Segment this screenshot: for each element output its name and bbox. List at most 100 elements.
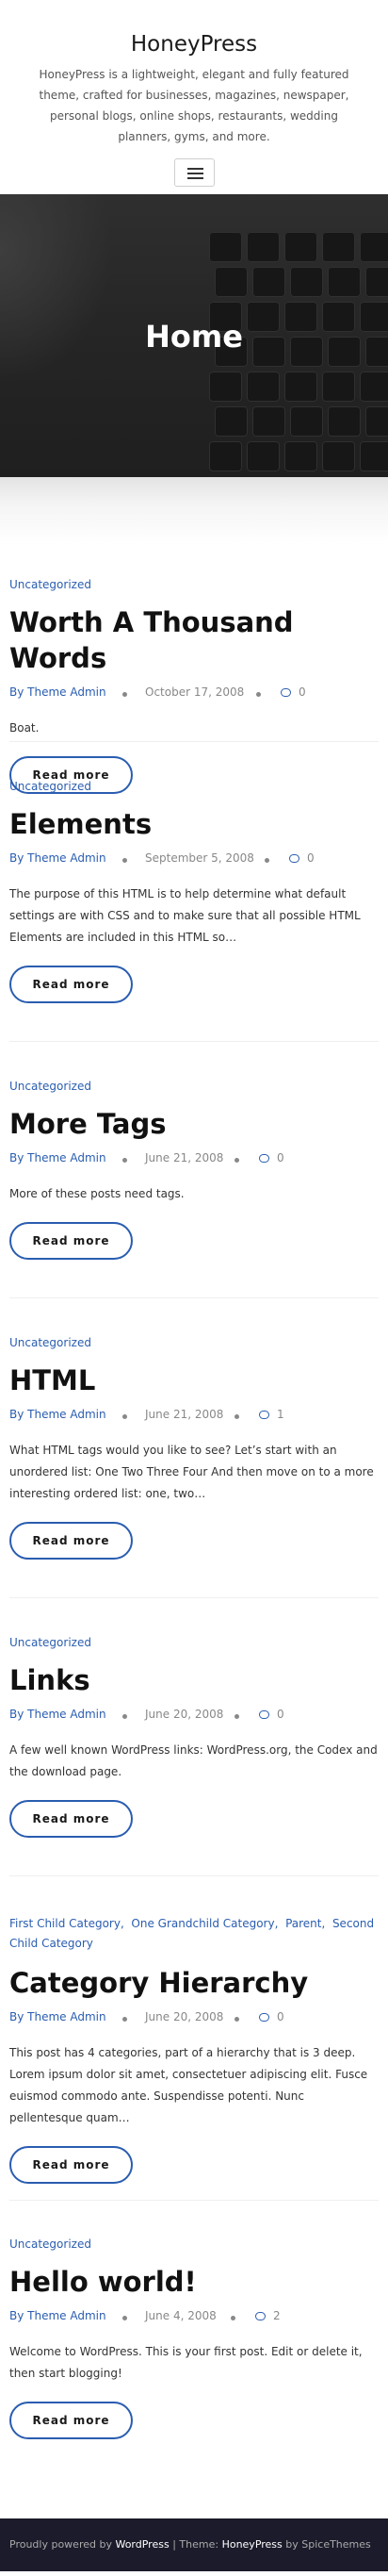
post-title[interactable]: Hello world!	[9, 2264, 379, 2300]
category-link[interactable]: Parent	[285, 1917, 321, 1930]
post-comments[interactable]: 2	[255, 2309, 281, 2322]
category-link[interactable]: Uncategorized	[9, 780, 91, 793]
comment-count: 2	[273, 2309, 281, 2322]
post-excerpt: A few well known WordPress links: WordPr…	[9, 1743, 378, 1778]
menu-toggle-button[interactable]	[173, 158, 215, 187]
post-categories: Uncategorized	[9, 575, 379, 595]
post-date[interactable]: June 20, 2008	[145, 2010, 223, 2023]
read-more-button[interactable]: Read more	[9, 1800, 133, 1838]
comment-count: 0	[277, 1708, 284, 1721]
meta-separator-dot	[122, 1414, 127, 1419]
post-meta: By Theme Admin June 20, 2008 0	[9, 2010, 379, 2027]
category-link[interactable]: Uncategorized	[9, 1636, 91, 1649]
read-more-button[interactable]: Read more	[9, 2402, 133, 2439]
post-comments[interactable]: 1	[259, 1408, 284, 1421]
meta-separator-dot	[122, 692, 127, 697]
post-card: Uncategorized More Tags By Theme Admin J…	[9, 1042, 379, 1298]
footer-wordpress-link[interactable]: WordPress	[115, 2538, 169, 2551]
post-title[interactable]: Worth A Thousand Words	[9, 604, 379, 676]
keyboard-key	[209, 232, 242, 262]
keyboard-key	[252, 267, 285, 297]
post-author[interactable]: By Theme Admin	[9, 2309, 106, 2322]
post-date[interactable]: June 20, 2008	[145, 1708, 223, 1721]
post-comments[interactable]: 0	[281, 685, 306, 699]
keyboard-key	[209, 441, 242, 471]
footer-by: by SpiceThemes	[285, 2538, 371, 2551]
keyboard-key	[247, 232, 280, 262]
post-comments[interactable]: 0	[259, 2010, 284, 2023]
post-date[interactable]: June 4, 2008	[145, 2309, 217, 2322]
post-title[interactable]: Links	[9, 1662, 379, 1698]
post-comments[interactable]: 0	[259, 1151, 284, 1164]
post-meta: By Theme Admin September 5, 2008 0	[9, 851, 379, 868]
comment-icon	[289, 854, 299, 863]
meta-separator-dot	[122, 1714, 127, 1719]
meta-separator-dot	[234, 1714, 239, 1719]
hero-shadow	[0, 477, 388, 543]
post-date[interactable]: October 17, 2008	[145, 685, 244, 699]
post-author[interactable]: By Theme Admin	[9, 1708, 106, 1721]
post-categories: Uncategorized	[9, 1633, 379, 1653]
read-more-button[interactable]: Read more	[9, 1522, 133, 1560]
category-link[interactable]: Uncategorized	[9, 1080, 91, 1093]
post-card: Uncategorized HTML By Theme Admin June 2…	[9, 1298, 379, 1598]
post-author[interactable]: By Theme Admin	[9, 1408, 106, 1421]
category-link[interactable]: Uncategorized	[9, 578, 91, 591]
post-card: First Child Category, One Grandchild Cat…	[9, 1876, 379, 2201]
keyboard-key	[290, 406, 323, 437]
read-more-button[interactable]: Read more	[9, 1222, 133, 1260]
comment-icon	[259, 1710, 269, 1719]
post-author[interactable]: By Theme Admin	[9, 2010, 106, 2023]
comment-icon	[259, 2013, 269, 2022]
category-link[interactable]: Uncategorized	[9, 2237, 91, 2251]
post-excerpt: More of these posts need tags.	[9, 1187, 185, 1200]
post-date[interactable]: June 21, 2008	[145, 1151, 223, 1164]
meta-separator-dot	[122, 1158, 127, 1163]
keyboard-key	[252, 406, 285, 437]
footer-separator: | Theme:	[172, 2538, 219, 2551]
read-more-button[interactable]: Read more	[9, 2146, 133, 2184]
footer-theme-link[interactable]: HoneyPress	[222, 2538, 283, 2551]
keyboard-key	[328, 406, 361, 437]
keyboard-key	[328, 267, 361, 297]
post-comments[interactable]: 0	[259, 1708, 284, 1721]
post-date[interactable]: September 5, 2008	[145, 851, 254, 865]
post-author[interactable]: By Theme Admin	[9, 1151, 106, 1164]
post-title[interactable]: HTML	[9, 1362, 379, 1398]
post-meta: By Theme Admin June 21, 2008 1	[9, 1408, 379, 1425]
comment-count: 0	[299, 685, 306, 699]
category-link[interactable]: One Grandchild Category	[131, 1917, 274, 1930]
post-date[interactable]: June 21, 2008	[145, 1408, 223, 1421]
meta-separator-dot	[234, 1414, 239, 1419]
site-title[interactable]: HoneyPress	[15, 30, 373, 58]
read-more-button[interactable]: Read more	[9, 966, 133, 1003]
keyboard-key	[284, 441, 317, 471]
keyboard-key	[322, 441, 355, 471]
keyboard-key	[290, 267, 323, 297]
meta-separator-dot	[122, 2316, 127, 2320]
post-comments[interactable]: 0	[289, 851, 315, 865]
keyboard-image	[209, 232, 388, 477]
post-card: Uncategorized Hello world! By Theme Admi…	[9, 2201, 379, 2481]
post-author[interactable]: By Theme Admin	[9, 685, 106, 699]
post-author[interactable]: By Theme Admin	[9, 851, 106, 865]
post-categories: Uncategorized	[9, 2235, 379, 2254]
post-title[interactable]: More Tags	[9, 1106, 379, 1142]
post-title[interactable]: Category Hierarchy	[9, 1965, 379, 2001]
post-excerpt: This post has 4 categories, part of a hi…	[9, 2046, 368, 2124]
comment-count: 0	[277, 2010, 284, 2023]
meta-separator-dot	[234, 1158, 239, 1163]
post-title[interactable]: Elements	[9, 806, 379, 842]
hero-background-object	[0, 194, 113, 383]
keyboard-key	[247, 441, 280, 471]
comment-icon	[255, 2312, 266, 2320]
post-meta: By Theme Admin October 17, 2008 0	[9, 685, 379, 702]
meta-separator-dot	[234, 2017, 239, 2022]
keyboard-key	[360, 441, 388, 471]
category-link[interactable]: First Child Category	[9, 1917, 121, 1930]
meta-separator-dot	[265, 858, 269, 863]
comment-count: 0	[307, 851, 315, 865]
category-link[interactable]: Uncategorized	[9, 1336, 91, 1349]
keyboard-key	[247, 372, 280, 402]
site-footer: Proudly powered by WordPress | Theme: Ho…	[0, 2518, 388, 2571]
